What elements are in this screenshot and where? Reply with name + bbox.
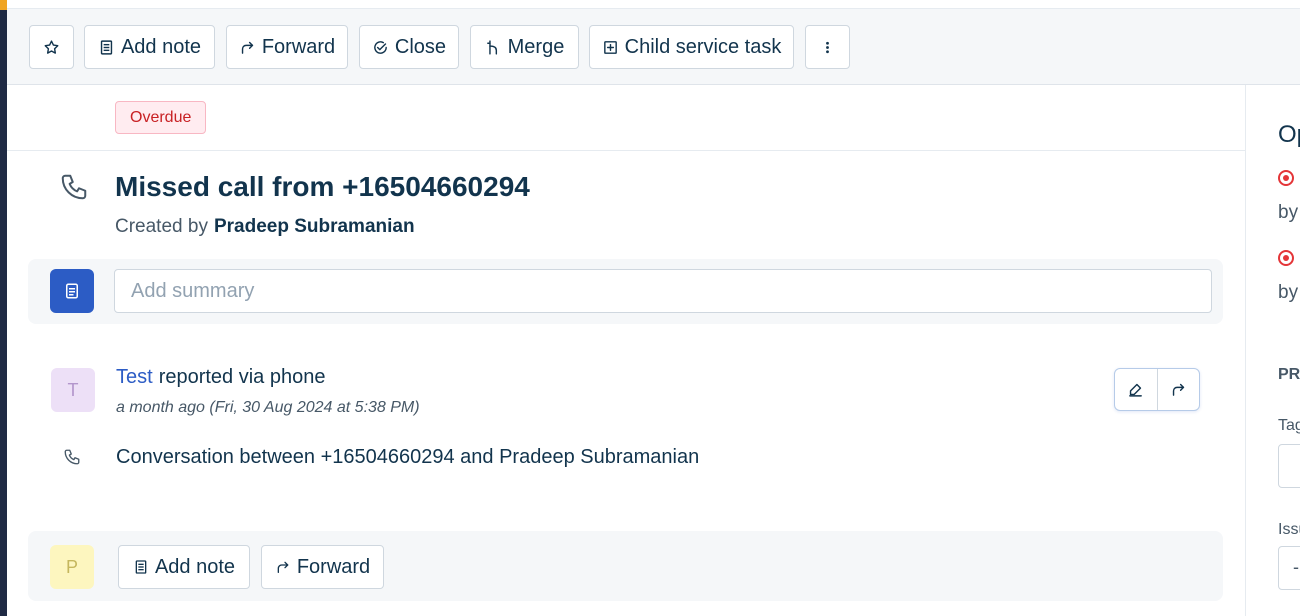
ticket-main: Overdue Missed call from +16504660294 Cr… <box>7 85 1245 616</box>
merge-label: Merge <box>507 35 565 58</box>
reply-add-note-label: Add note <box>154 555 236 578</box>
summary-input[interactable] <box>114 269 1212 313</box>
issue-value: - <box>1293 557 1299 577</box>
forward-button[interactable]: Forward <box>226 25 348 69</box>
panel-heading: Op <box>1278 121 1300 148</box>
ticket-title: Missed call from +16504660294 <box>115 171 530 202</box>
star-button[interactable] <box>29 25 74 69</box>
close-label: Close <box>394 35 447 58</box>
message-actions <box>1114 368 1200 411</box>
pencil-icon <box>1129 383 1143 397</box>
reply-add-note-button[interactable]: Add note <box>118 545 250 589</box>
close-button[interactable]: Close <box>359 25 459 69</box>
note-icon <box>100 39 113 55</box>
note-icon <box>135 560 147 574</box>
status-row: Overdue <box>7 85 1245 151</box>
add-note-label: Add note <box>120 35 202 58</box>
panel-by-1: by <box>1278 202 1299 223</box>
top-strip <box>7 0 1300 9</box>
status-dot-icon <box>1278 250 1294 266</box>
reporter-channel: reported via phone <box>158 366 326 388</box>
avatar: P <box>50 545 94 589</box>
child-task-label: Child service task <box>624 35 782 58</box>
reply-bar: P Add note Forward <box>28 531 1223 601</box>
reporter-link[interactable]: Test <box>116 366 153 388</box>
creator-name: Pradeep Subramanian <box>213 216 415 237</box>
tags-input[interactable] <box>1278 444 1300 488</box>
forward-message-button[interactable] <box>1156 369 1200 410</box>
merge-button[interactable]: Merge <box>470 25 579 69</box>
phone-icon <box>64 449 80 465</box>
properties-heading: PR <box>1278 366 1300 383</box>
reply-forward-button[interactable]: Forward <box>261 545 384 589</box>
issue-label: Issu <box>1278 521 1300 538</box>
forward-icon <box>241 41 253 54</box>
add-note-button[interactable]: Add note <box>84 25 215 69</box>
star-icon <box>44 39 59 54</box>
created-by-line: Created by Pradeep Subramanian <box>115 216 415 238</box>
more-options-button[interactable] <box>805 25 850 69</box>
forward-icon <box>1172 383 1184 396</box>
message-timestamp: a month ago (Fri, 30 Aug 2024 at 5:38 PM… <box>116 399 420 416</box>
issue-select[interactable]: - <box>1278 546 1300 590</box>
left-rail <box>0 0 7 616</box>
tags-label: Tag <box>1278 417 1300 434</box>
ticket-toolbar: Add note Forward Close Merge Child servi… <box>7 9 1300 85</box>
phone-icon <box>61 174 87 200</box>
status-badge: Overdue <box>115 101 207 134</box>
forward-icon <box>277 561 289 573</box>
panel-by-2: by <box>1278 282 1299 303</box>
edit-button[interactable] <box>1115 369 1157 410</box>
status-dot-icon <box>1278 170 1294 186</box>
summary-box <box>28 259 1223 324</box>
avatar: T <box>51 368 95 412</box>
check-circle-icon <box>374 40 387 54</box>
properties-panel: Op by by PR Tag Issu - <box>1245 85 1300 616</box>
more-vertical-icon <box>826 41 829 53</box>
created-prefix: Created by <box>115 216 208 237</box>
rail-accent <box>0 0 7 10</box>
reply-forward-label: Forward <box>296 555 371 578</box>
forward-label: Forward <box>261 35 336 58</box>
plus-square-icon <box>603 40 617 54</box>
summary-note-icon <box>50 269 94 313</box>
reporter-line: Test reported via phone <box>116 366 325 389</box>
child-service-task-button[interactable]: Child service task <box>589 25 794 69</box>
merge-icon <box>486 39 497 55</box>
conversation-text: Conversation between +16504660294 and Pr… <box>116 446 700 468</box>
